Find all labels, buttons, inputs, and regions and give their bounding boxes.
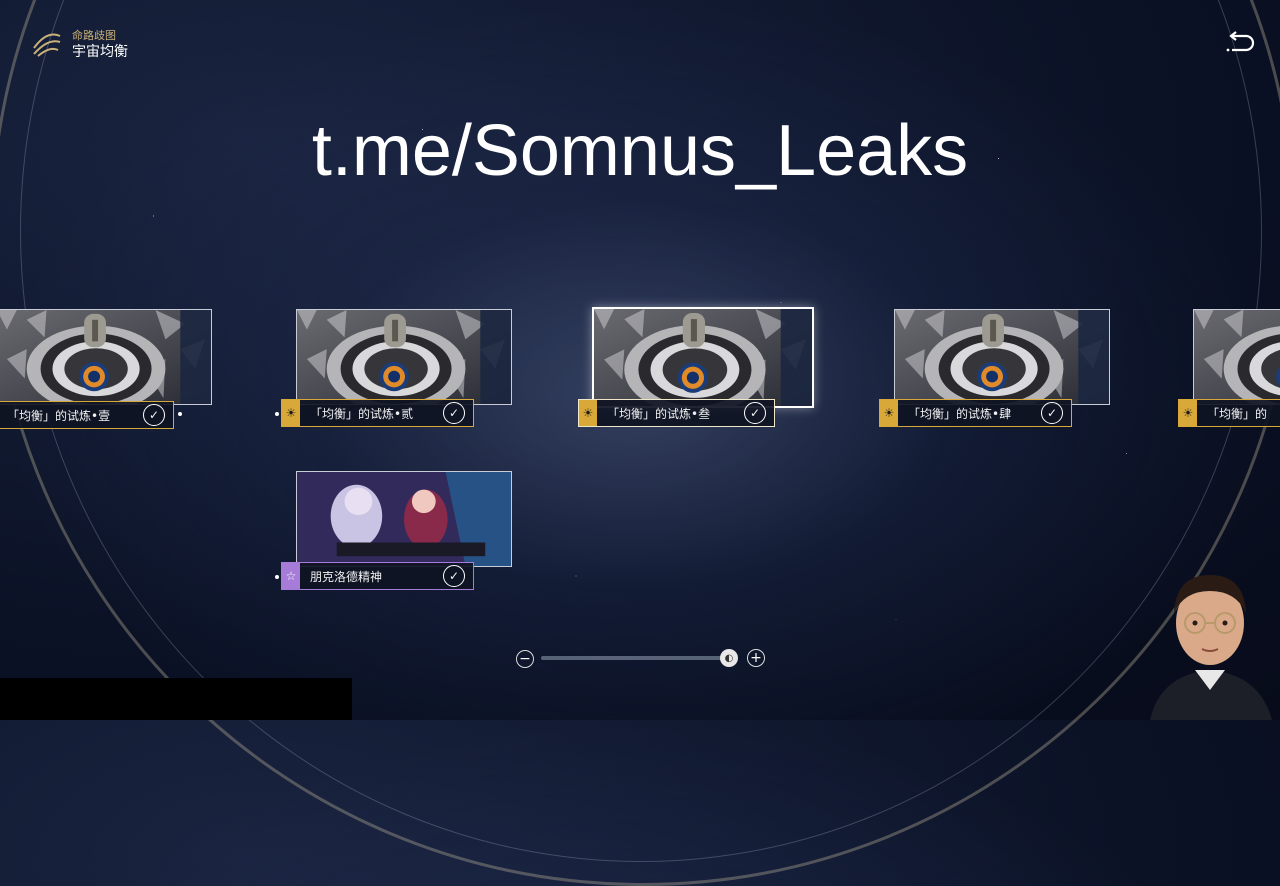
trial-thumbnail bbox=[894, 309, 1110, 405]
zoom-slider-track[interactable] bbox=[541, 656, 726, 660]
trial-label-text: 「均衡」的试炼•壹 bbox=[7, 408, 111, 423]
punklorde-label: ☆ 朋克洛德精神 ✓ bbox=[281, 562, 474, 590]
punklorde-thumbnail bbox=[296, 471, 512, 567]
return-arrow-icon bbox=[1226, 31, 1255, 52]
check-icon: ✓ bbox=[443, 402, 465, 424]
check-icon: ✓ bbox=[1041, 402, 1063, 424]
punklorde-label-text: 朋克洛德精神 bbox=[310, 569, 383, 584]
check-icon: ✓ bbox=[443, 565, 465, 587]
path-connector-dot bbox=[178, 412, 182, 416]
minus-icon: − bbox=[519, 651, 531, 667]
header-text: 命路歧图 宇宙均衡 bbox=[72, 29, 128, 61]
trial-label-text: 「均衡」的试炼•叁 bbox=[607, 406, 711, 421]
trial-thumbnail bbox=[0, 309, 212, 405]
swirl-path-icon bbox=[30, 26, 64, 64]
trial-label: ☀ 「均衡」的试炼•叁 ✓ bbox=[578, 399, 775, 427]
black-overlay-bar bbox=[0, 678, 352, 720]
header-subtitle: 命路歧图 bbox=[72, 29, 116, 42]
trial-label-text: 「均衡」的试炼•贰 bbox=[310, 406, 414, 421]
sun-icon: ☀ bbox=[880, 400, 898, 426]
watermark-text: t.me/Somnus_Leaks bbox=[311, 111, 969, 191]
trial-thumbnail bbox=[592, 307, 814, 408]
sun-icon: ☀ bbox=[1179, 400, 1197, 426]
sun-icon: ☀ bbox=[579, 400, 597, 426]
trial-label-text: 「均衡」的试炼•肆 bbox=[908, 406, 1012, 421]
path-connector-dot bbox=[275, 412, 279, 416]
back-button[interactable] bbox=[1224, 30, 1256, 58]
star-icon: ☆ bbox=[282, 563, 300, 589]
check-icon: ✓ bbox=[143, 404, 165, 426]
sun-icon: ☀ bbox=[282, 400, 300, 426]
trial-label: ☀ 「均衡」的试炼•贰 ✓ bbox=[281, 399, 474, 427]
header: 命路歧图 宇宙均衡 bbox=[30, 26, 128, 64]
check-icon: ✓ bbox=[744, 402, 766, 424]
trial-label: 「均衡」的试炼•壹 ✓ bbox=[0, 401, 174, 429]
trial-thumbnail bbox=[296, 309, 512, 405]
trial-label-text: 「均衡」的 bbox=[1207, 406, 1268, 421]
plus-icon: + bbox=[750, 650, 762, 666]
planet-icon: ◐ bbox=[724, 652, 734, 664]
header-title: 宇宙均衡 bbox=[72, 44, 128, 60]
zoom-slider-handle[interactable]: ◐ bbox=[720, 649, 738, 667]
path-connector-dot bbox=[275, 575, 279, 579]
zoom-in-button[interactable]: + bbox=[747, 649, 765, 667]
trial-label: ☀ 「均衡」的试炼•肆 ✓ bbox=[879, 399, 1072, 427]
trial-label: ☀ 「均衡」的 bbox=[1178, 399, 1280, 427]
webcam-overlay bbox=[1140, 565, 1280, 720]
zoom-out-button[interactable]: − bbox=[516, 650, 534, 668]
trial-thumbnail bbox=[1193, 309, 1280, 405]
